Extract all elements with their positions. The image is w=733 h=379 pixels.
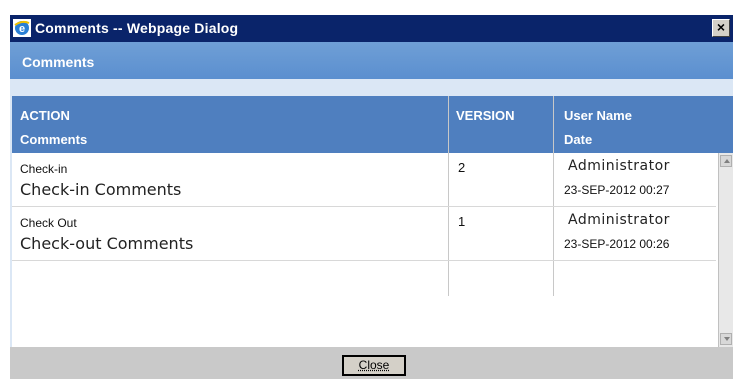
row-version: 2	[458, 160, 466, 175]
header-version: VERSION	[456, 108, 515, 123]
row-comment: Check-in Comments	[20, 180, 182, 199]
dialog-title: Comments -- Webpage Dialog	[35, 20, 239, 36]
header-action: ACTION	[20, 108, 70, 123]
spacer	[10, 79, 733, 96]
section-header: Comments	[10, 42, 733, 79]
row-version: 1	[458, 214, 466, 229]
header-date: Date	[564, 132, 593, 147]
section-title: Comments	[22, 54, 95, 70]
dialog-footer: Close	[10, 347, 733, 379]
svg-text:e: e	[19, 23, 25, 35]
row-action: Check-in	[20, 162, 68, 176]
close-button-label: Close	[358, 358, 390, 372]
row-date: 23-SEP-2012 00:26	[564, 237, 670, 251]
row-user: Administrator	[568, 212, 670, 228]
row-action: Check Out	[20, 216, 77, 230]
header-user-name: User Name	[564, 108, 632, 123]
table-row[interactable]: Check Out Check-out Comments 1 Administr…	[12, 207, 716, 261]
scroll-up-button[interactable]	[720, 155, 732, 167]
arrow-down-icon	[724, 337, 730, 341]
table-header: ACTION Comments VERSION User Name Date	[12, 96, 733, 153]
row-user: Administrator	[568, 158, 670, 174]
header-comments: Comments	[20, 132, 88, 147]
table-row[interactable]: Check-in Check-in Comments 2 Administrat…	[12, 153, 716, 207]
row-date: 23-SEP-2012 00:27	[564, 183, 670, 197]
close-icon: ×	[716, 19, 726, 35]
internet-explorer-icon: e	[13, 19, 31, 37]
close-button[interactable]: Close	[342, 355, 406, 376]
close-window-button[interactable]: ×	[712, 19, 730, 37]
scroll-down-button[interactable]	[720, 333, 732, 345]
dialog-titlebar: e Comments -- Webpage Dialog ×	[10, 15, 733, 42]
arrow-up-icon	[724, 159, 730, 163]
row-comment: Check-out Comments	[20, 234, 194, 253]
comments-table: ACTION Comments VERSION User Name Date C…	[12, 96, 733, 347]
dialog-body: Comments ACTION Comments VERSION User Na…	[10, 42, 733, 379]
vertical-scrollbar[interactable]	[718, 153, 733, 347]
